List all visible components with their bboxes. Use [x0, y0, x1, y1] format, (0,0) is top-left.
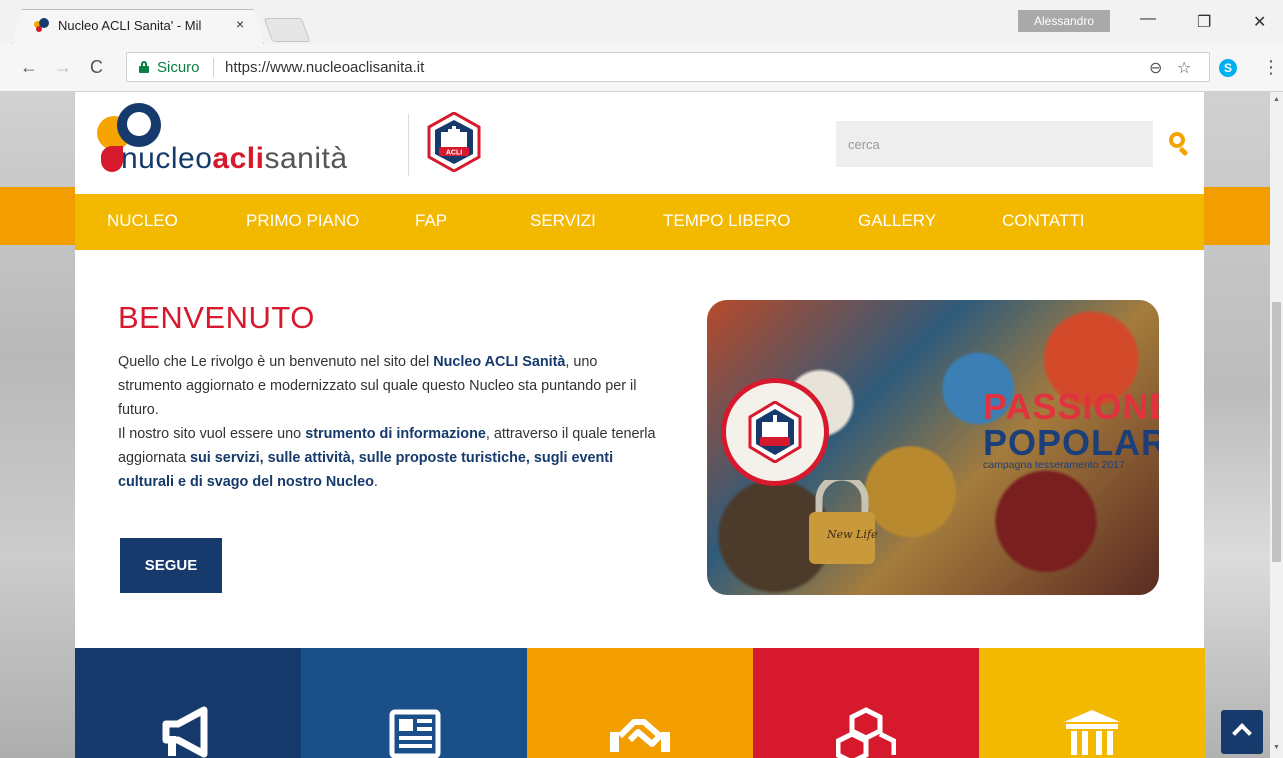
nav-item-gallery[interactable]: GALLERY: [858, 211, 936, 231]
browser-toolbar: ← → C Sicuro https://www.nucleoaclisanit…: [0, 44, 1283, 92]
acli-mini-emblem-icon: [127, 112, 151, 136]
cubes-icon: [836, 707, 896, 758]
close-window-icon[interactable]: ✕: [1253, 12, 1266, 32]
search-icon[interactable]: [1169, 132, 1191, 157]
scroll-down-arrow-icon[interactable]: ▼: [1273, 744, 1280, 751]
banner-title-popolare: POPOLARE: [983, 422, 1159, 463]
address-bar[interactable]: Sicuro https://www.nucleoaclisanita.it ⊖…: [126, 52, 1210, 82]
svg-text:New Life: New Life: [826, 528, 878, 541]
lock-icon: [139, 61, 149, 73]
welcome-title: BENVENUTO: [118, 300, 315, 335]
forward-arrow-icon[interactable]: →: [54, 57, 72, 78]
url-text[interactable]: https://www.nucleoaclisanita.it: [225, 59, 424, 76]
page-scrollbar[interactable]: ▲ ▼: [1270, 92, 1283, 758]
reload-icon[interactable]: C: [90, 57, 103, 78]
segue-button[interactable]: SEGUE: [120, 538, 222, 593]
tab-close-icon[interactable]: ×: [236, 16, 244, 32]
scroll-to-top-button[interactable]: [1221, 710, 1263, 754]
secure-label: Sicuro: [157, 59, 200, 76]
site-header: nucleoaclisanità ACLI: [75, 92, 1204, 194]
back-arrow-icon[interactable]: ←: [20, 57, 38, 78]
acli-badge-icon: [721, 378, 829, 486]
nav-item-contatti[interactable]: CONTATTI: [1002, 211, 1084, 231]
browser-menu-icon[interactable]: ⋮: [1262, 57, 1280, 78]
page-container: nucleoaclisanità ACLI NUCLEO PRIMO PIANO…: [75, 92, 1205, 758]
institution-icon: [1064, 710, 1120, 755]
acli-emblem-icon[interactable]: ACLI: [427, 112, 481, 172]
header-divider: [408, 114, 409, 176]
minimize-icon[interactable]: —: [1140, 10, 1156, 28]
address-separator: [213, 58, 214, 77]
tile-cubes[interactable]: [753, 648, 979, 758]
tile-institution[interactable]: [979, 648, 1205, 758]
nav-item-fap[interactable]: FAP: [415, 211, 447, 231]
tab-title[interactable]: Nucleo ACLI Sanita' - Mil: [58, 18, 228, 33]
newspaper-icon: [389, 709, 441, 758]
restore-icon[interactable]: ❐: [1197, 12, 1211, 32]
zoom-icon[interactable]: ⊖: [1149, 58, 1162, 78]
scroll-up-arrow-icon[interactable]: ▲: [1273, 96, 1280, 103]
nav-item-primo-piano[interactable]: PRIMO PIANO: [246, 211, 359, 231]
nav-item-nucleo[interactable]: NUCLEO: [107, 211, 178, 231]
tile-handshake[interactable]: [527, 648, 753, 758]
site-favicon-icon: [34, 18, 50, 32]
nav-item-servizi[interactable]: SERVIZI: [530, 211, 596, 231]
svg-text:ACLI: ACLI: [446, 150, 462, 157]
new-tab-button[interactable]: [263, 18, 311, 42]
search-input[interactable]: [836, 121, 1153, 167]
chevron-up-icon: [1232, 723, 1252, 743]
campaign-banner[interactable]: New Life PASSIONE POPOLARE campagna tess…: [707, 300, 1159, 595]
scrollbar-thumb[interactable]: [1272, 302, 1281, 562]
padlock-icon: New Life: [809, 480, 878, 564]
browser-titlebar: Nucleo ACLI Sanita' - Mil × Alessandro —…: [0, 0, 1283, 45]
feature-tiles: [75, 648, 1205, 758]
skype-extension-icon[interactable]: S: [1219, 59, 1237, 77]
tile-megaphone[interactable]: [75, 648, 301, 758]
handshake-icon: [610, 719, 670, 752]
main-nav: NUCLEO PRIMO PIANO FAP SERVIZI TEMPO LIB…: [75, 194, 1204, 250]
nav-item-tempo-libero[interactable]: TEMPO LIBERO: [663, 211, 791, 231]
banner-subtitle: campagna tesseramento 2017: [983, 459, 1125, 471]
megaphone-icon: [162, 706, 208, 758]
bookmark-star-icon[interactable]: ☆: [1177, 58, 1191, 78]
tile-news[interactable]: [301, 648, 527, 758]
welcome-text: Quello che Le rivolgo è un benvenuto nel…: [118, 354, 656, 490]
page-viewport: nucleoaclisanità ACLI NUCLEO PRIMO PIANO…: [0, 92, 1270, 758]
profile-badge[interactable]: Alessandro: [1018, 10, 1110, 32]
site-logo-text[interactable]: nucleoaclisanità: [121, 142, 348, 176]
